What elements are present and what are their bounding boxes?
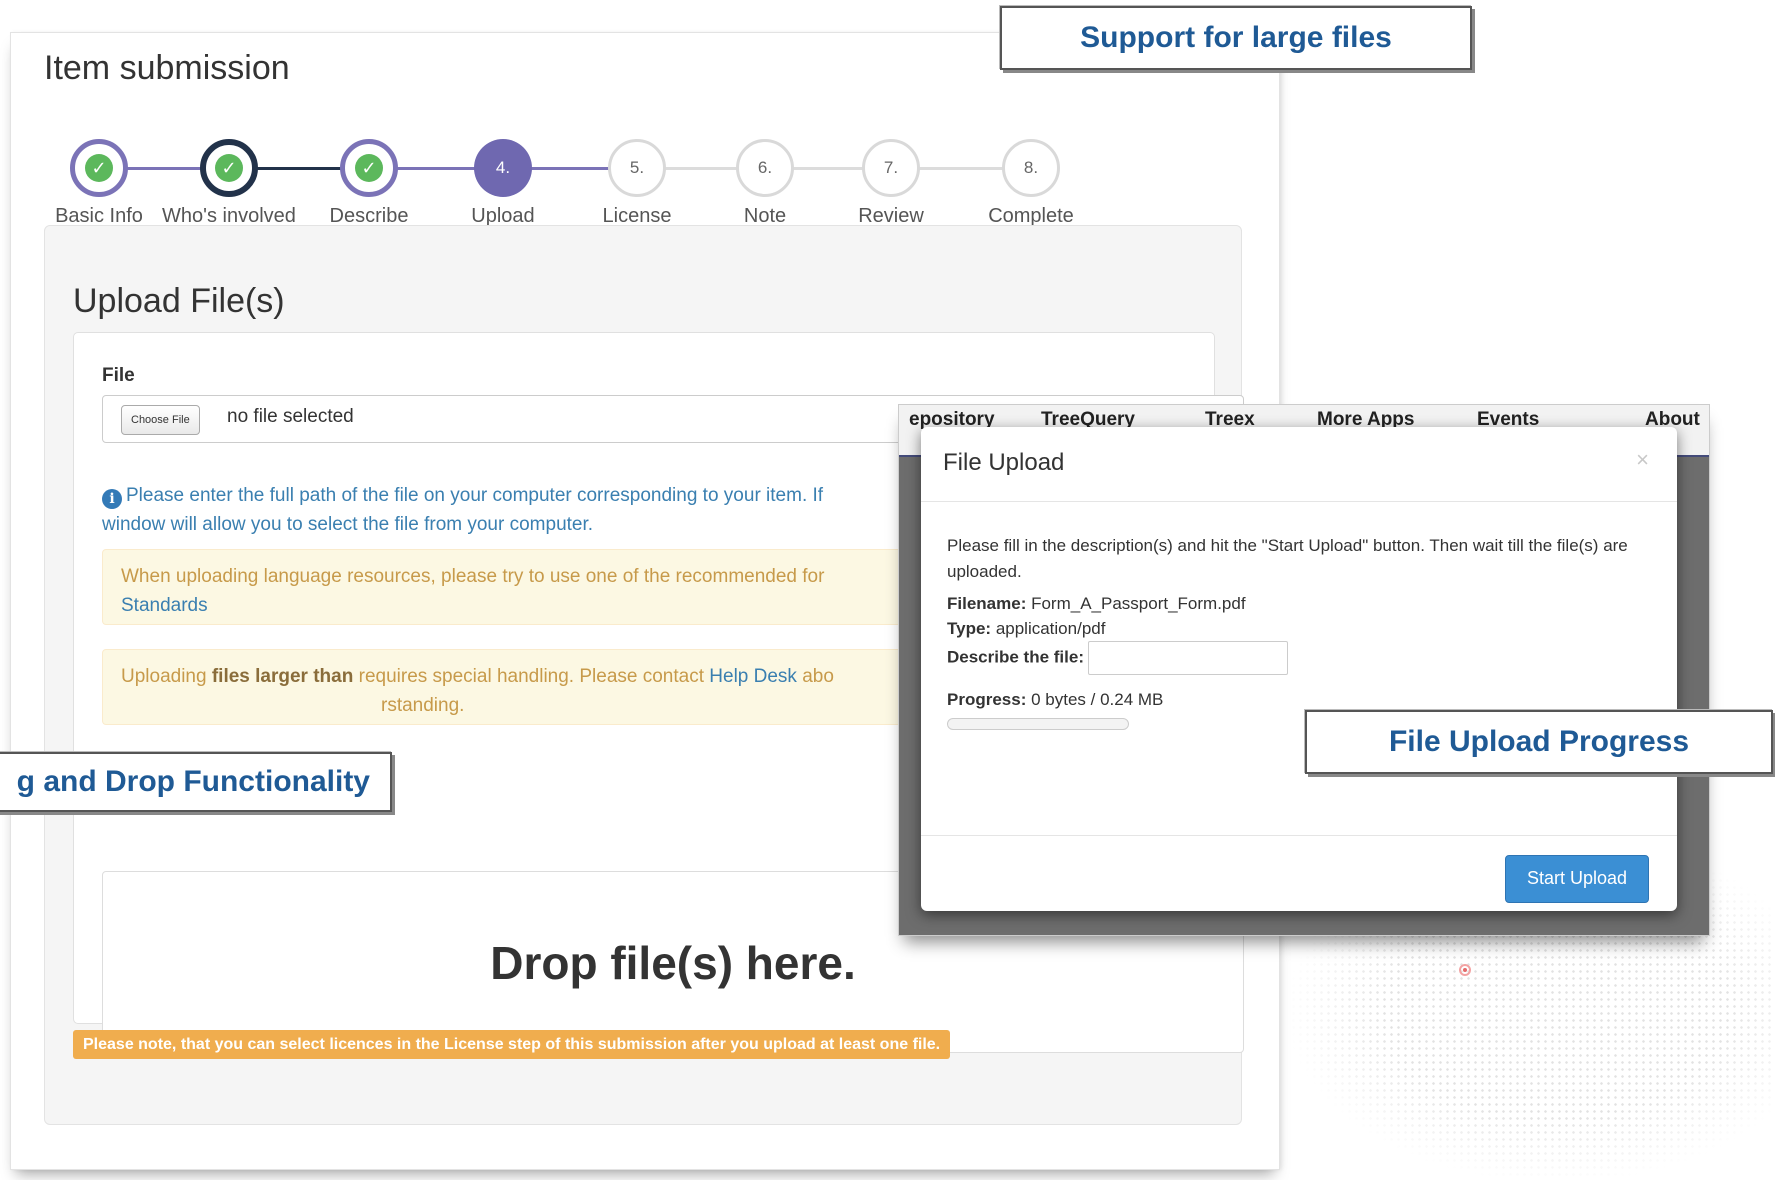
progress-label: Progress:: [947, 690, 1027, 709]
start-upload-button[interactable]: Start Upload: [1505, 855, 1649, 903]
describe-row: Describe the file:: [947, 641, 1647, 675]
type-value: application/pdf: [995, 619, 1106, 638]
step-number: 4.: [474, 139, 532, 197]
progress-row: Progress: 0 bytes / 0.24 MB: [947, 687, 1647, 712]
alert-bold-text: files larger than: [211, 666, 354, 687]
file-label: File: [102, 365, 135, 386]
step-number: 5.: [608, 139, 666, 197]
alert-text: Uploading: [121, 666, 212, 687]
filename-row: Filename: Form_A_Passport_Form.pdf: [947, 591, 1647, 616]
step-number: 6.: [736, 139, 794, 197]
step-number: 7.: [862, 139, 920, 197]
check-icon: ✓: [215, 154, 243, 182]
filename-value: Form_A_Passport_Form.pdf: [1031, 594, 1246, 613]
step-complete[interactable]: 8. Complete: [956, 139, 1106, 228]
alert-text: When uploading language resources, pleas…: [121, 566, 825, 587]
file-upload-modal-screenshot: epository TreeQuery Treex More Apps Even…: [898, 404, 1710, 936]
alert-text: abo: [796, 666, 834, 687]
step-upload[interactable]: 4. Upload: [428, 139, 578, 228]
standards-link[interactable]: Standards: [121, 595, 208, 616]
upload-progress-bar: [947, 718, 1129, 730]
modal-footer-divider: [921, 835, 1677, 836]
submission-stepper: ✓ Basic Info ✓ Who's involved ✓ Describe…: [11, 111, 1279, 231]
step-describe[interactable]: ✓ Describe: [294, 139, 444, 228]
modal-title: File Upload: [943, 449, 1065, 476]
callout-upload-progress: File Upload Progress: [1305, 710, 1773, 774]
alert-text: rstanding.: [381, 695, 465, 716]
callout-drag-drop: g and Drop Functionality: [0, 752, 392, 812]
help-text-line-1: Please enter the full path of the file o…: [126, 485, 824, 506]
describe-label: Describe the file:: [947, 647, 1084, 667]
help-text-line-2: window will allow you to select the file…: [102, 514, 594, 535]
location-marker-icon: [1459, 964, 1471, 976]
callout-large-files: Support for large files: [1000, 6, 1472, 70]
drop-zone-text: Drop file(s) here.: [490, 937, 856, 989]
step-basic-info[interactable]: ✓ Basic Info: [24, 139, 174, 228]
type-label: Type:: [947, 619, 992, 638]
no-file-text: no file selected: [227, 406, 354, 427]
modal-header: File Upload ×: [921, 427, 1677, 502]
check-icon: ✓: [85, 154, 113, 182]
step-number: 8.: [1002, 139, 1060, 197]
close-icon[interactable]: ×: [1636, 447, 1649, 473]
step-circle: ✓: [70, 139, 128, 197]
check-icon: ✓: [355, 154, 383, 182]
licence-note-badge: Please note, that you can select licence…: [73, 1030, 951, 1059]
alert-text: requires special handling. Please contac…: [353, 666, 710, 687]
step-whos-involved[interactable]: ✓ Who's involved: [154, 139, 304, 228]
type-row: Type: application/pdf: [947, 616, 1647, 641]
info-icon: i: [102, 489, 122, 509]
choose-file-button[interactable]: Choose File: [121, 405, 200, 435]
help-desk-link[interactable]: Help Desk: [709, 666, 797, 687]
modal-body: Please fill in the description(s) and hi…: [947, 533, 1647, 730]
upload-heading: Upload File(s): [73, 282, 285, 320]
step-circle: ✓: [200, 139, 258, 197]
page-title: Item submission: [44, 49, 290, 87]
filename-label: Filename:: [947, 594, 1027, 613]
progress-text: 0 bytes / 0.24 MB: [1031, 690, 1164, 709]
step-review[interactable]: 7. Review: [816, 139, 966, 228]
modal-instructions: Please fill in the description(s) and hi…: [947, 536, 1628, 581]
describe-file-input[interactable]: [1088, 641, 1288, 675]
step-circle: ✓: [340, 139, 398, 197]
file-upload-dialog: File Upload × Please fill in the descrip…: [921, 427, 1677, 911]
